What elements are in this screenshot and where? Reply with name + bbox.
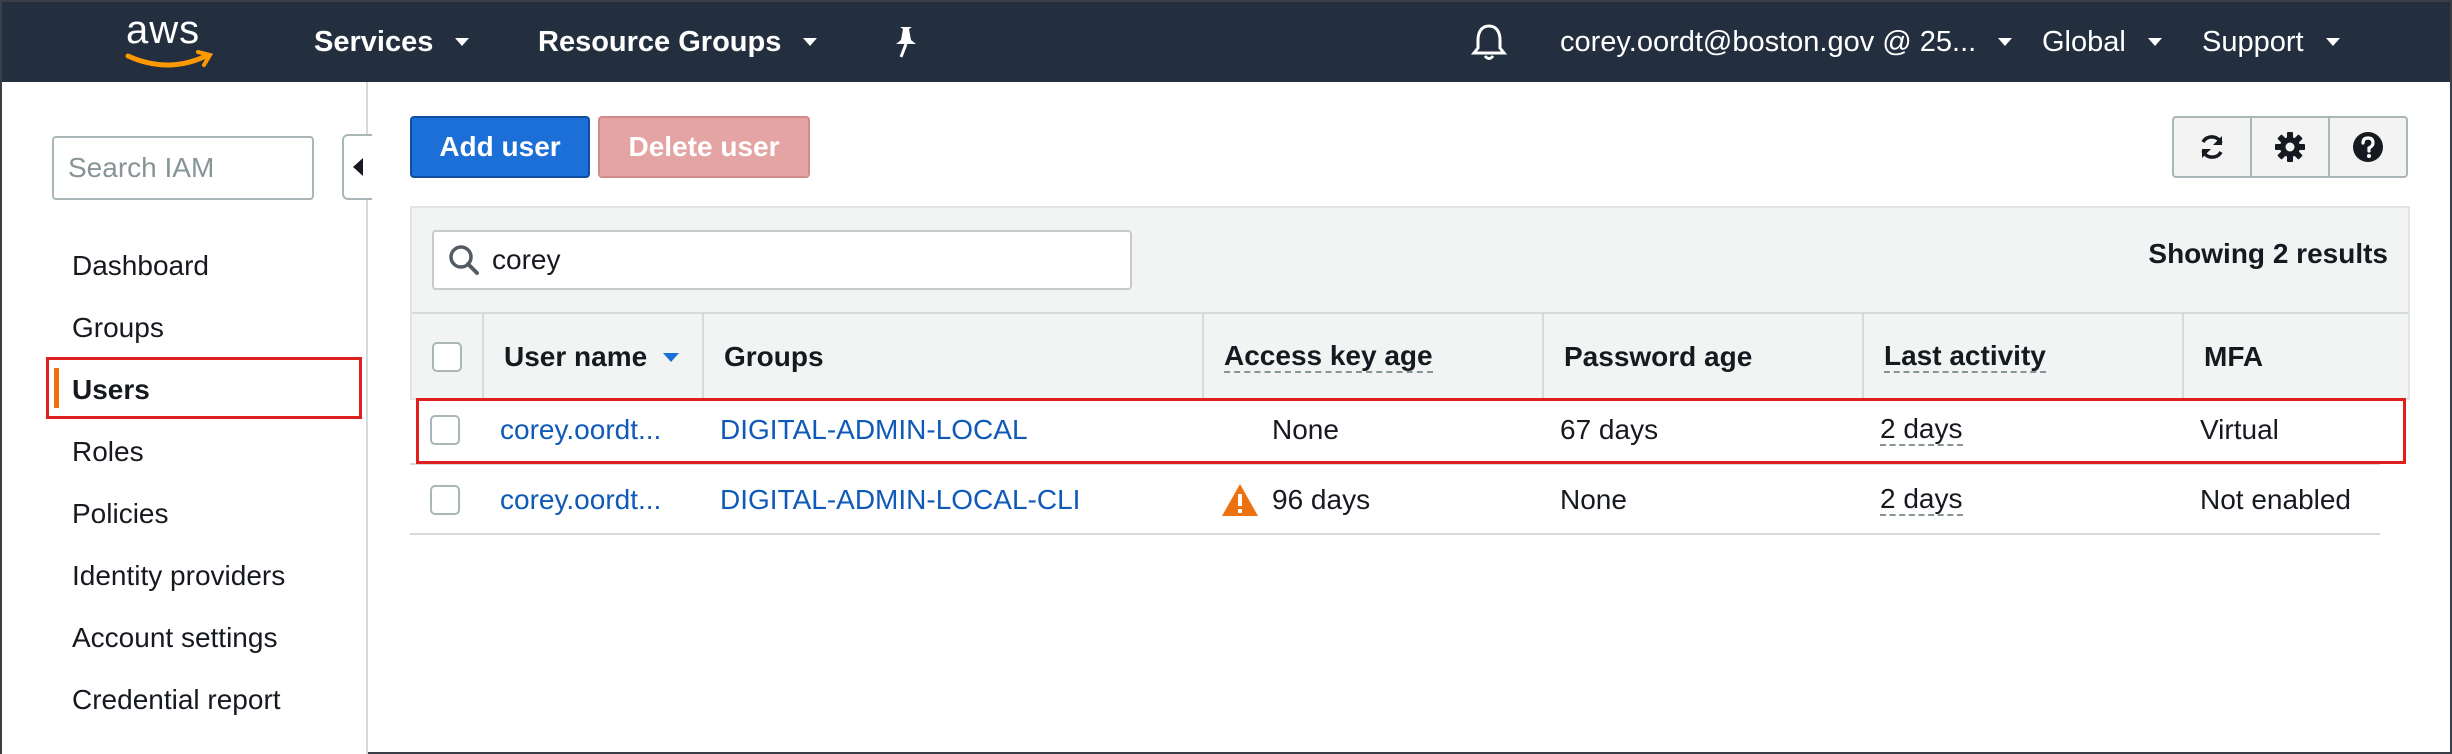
chevron-down-icon <box>803 38 818 46</box>
sidebar-item-identity-providers[interactable]: Identity providers <box>72 560 285 592</box>
column-header-groups[interactable]: Groups <box>702 314 1202 400</box>
active-indicator <box>54 368 59 408</box>
row-checkbox[interactable] <box>430 485 460 515</box>
users-table-header-area: Showing 2 results User name Groups Acces… <box>410 206 2410 400</box>
search-icon <box>449 245 479 275</box>
resource-groups-menu[interactable]: Resource Groups <box>538 2 818 82</box>
refresh-icon <box>2201 135 2223 159</box>
collapse-sidebar-button[interactable] <box>342 134 372 200</box>
column-header-mfa[interactable]: MFA <box>2182 314 2408 400</box>
access-key-age-cell: 96 days <box>1220 465 1370 535</box>
warning-icon <box>1222 484 1258 516</box>
group-link[interactable]: DIGITAL-ADMIN-LOCAL-CLI <box>720 465 1080 535</box>
column-header-password-age[interactable]: Password age <box>1542 314 1862 400</box>
row-highlight-annotation <box>416 398 2406 464</box>
chevron-down-icon <box>2147 38 2162 46</box>
pin-icon[interactable] <box>890 2 920 82</box>
add-user-button[interactable]: Add user <box>410 116 590 178</box>
refresh-button[interactable] <box>2174 118 2250 176</box>
sort-down-icon <box>663 352 680 362</box>
sidebar-item-users[interactable]: Users <box>72 374 150 406</box>
gear-icon <box>2275 132 2305 162</box>
user-name-link[interactable]: corey.oordt... <box>500 465 661 535</box>
table-row[interactable]: corey.oordt... DIGITAL-ADMIN-LOCAL-CLI 9… <box>410 465 2380 535</box>
services-menu[interactable]: Services <box>314 2 470 82</box>
chevron-down-icon <box>1998 38 2013 46</box>
account-menu[interactable]: corey.oordt@boston.gov @ 25... <box>1560 2 2013 82</box>
results-count: Showing 2 results <box>2148 238 2388 269</box>
column-header-user-name[interactable]: User name <box>482 314 702 400</box>
chevron-left-icon <box>353 158 363 176</box>
sidebar-item-roles[interactable]: Roles <box>72 436 144 468</box>
app-window: aws Services Resource Groups corey.oordt… <box>0 0 2452 754</box>
sidebar-item-policies[interactable]: Policies <box>72 498 168 530</box>
help-icon <box>2353 132 2383 162</box>
sidebar-item-dashboard[interactable]: Dashboard <box>72 250 209 282</box>
password-age: None <box>1560 484 1627 515</box>
select-all-cell <box>412 314 482 400</box>
access-key-age: 96 days <box>1272 484 1371 515</box>
sidebar-item-groups[interactable]: Groups <box>72 312 164 344</box>
aws-logo[interactable]: aws <box>120 8 220 72</box>
support-menu[interactable]: Support <box>2202 2 2340 82</box>
mfa-status: Not enabled <box>2200 484 2352 515</box>
chevron-down-icon <box>2325 38 2340 46</box>
table-tools <box>2172 116 2408 178</box>
sidebar-item-account-settings[interactable]: Account settings <box>72 622 277 654</box>
last-activity: 2 days <box>1880 465 1963 535</box>
bell-icon[interactable] <box>1470 2 1508 82</box>
column-header-access-key-age[interactable]: Access key age <box>1202 314 1542 400</box>
region-menu[interactable]: Global <box>2042 2 2162 82</box>
sidebar: Dashboard Groups Users Roles Policies Id… <box>2 82 372 754</box>
aws-smile-icon <box>125 50 214 68</box>
top-nav-bar: aws Services Resource Groups corey.oordt… <box>2 2 2450 82</box>
filter-input[interactable] <box>492 244 1112 276</box>
select-all-checkbox[interactable] <box>432 342 462 372</box>
table-header-row: User name Groups Access key age Password… <box>412 312 2408 400</box>
delete-user-button[interactable]: Delete user <box>598 116 810 178</box>
help-button[interactable] <box>2328 118 2406 176</box>
search-iam-input[interactable] <box>52 136 314 200</box>
filter-field[interactable] <box>432 230 1132 290</box>
settings-button[interactable] <box>2250 118 2328 176</box>
chevron-down-icon <box>455 38 470 46</box>
row-select-cell <box>430 465 460 535</box>
column-header-last-activity[interactable]: Last activity <box>1862 314 2182 400</box>
sidebar-item-credential-report[interactable]: Credential report <box>72 684 281 716</box>
